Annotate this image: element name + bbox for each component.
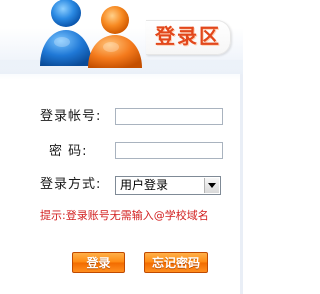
password-input[interactable] bbox=[115, 142, 223, 159]
account-label: 登录帐号: bbox=[40, 109, 102, 124]
page-title: 登录区 bbox=[155, 24, 221, 48]
password-label: 密 码: bbox=[49, 144, 88, 159]
forgot-password-button[interactable]: 忘记密码 bbox=[144, 252, 208, 273]
login-panel: 登录区 登录帐号: 密 码: 登录方式: 用户登录 提示:登录账号无需输入@学校… bbox=[0, 0, 243, 294]
chevron-down-icon[interactable] bbox=[204, 178, 219, 193]
login-method-value: 用户登录 bbox=[120, 178, 169, 192]
login-method-label: 登录方式: bbox=[40, 177, 102, 192]
login-hint: 提示:登录账号无需输入@学校域名 bbox=[40, 209, 209, 222]
login-button[interactable]: 登录 bbox=[72, 252, 125, 273]
account-input[interactable] bbox=[115, 108, 223, 125]
two-people-icon bbox=[40, 0, 142, 68]
login-method-select[interactable]: 用户登录 bbox=[115, 176, 221, 195]
